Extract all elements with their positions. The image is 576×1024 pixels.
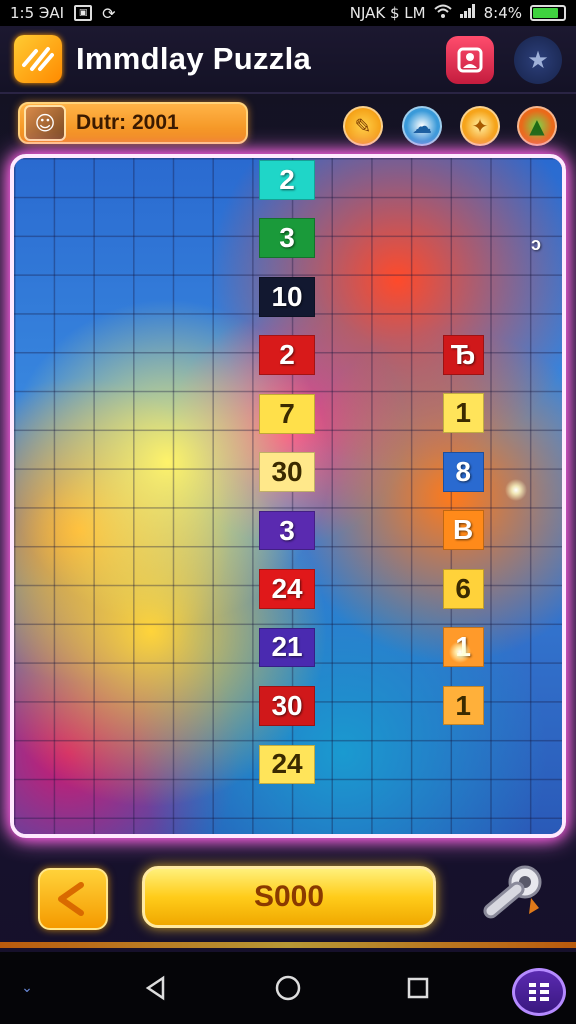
nav-collapse-button[interactable]: ⌄ bbox=[14, 970, 40, 1006]
right_column-tile[interactable]: 1 bbox=[442, 685, 484, 726]
bottom-glow bbox=[0, 942, 576, 948]
battery-percent: 8:4% bbox=[483, 4, 522, 22]
sparkle bbox=[504, 478, 528, 502]
back-button[interactable] bbox=[38, 868, 108, 930]
right_column-tile[interactable]: 1 bbox=[442, 393, 484, 434]
right_column-tile[interactable]: B bbox=[442, 510, 484, 551]
sync-icon: ⟳ bbox=[102, 3, 116, 23]
status-bar: 1:5 ЭAI ▣ ⟳ NJAK $ LM 8:4% bbox=[0, 0, 576, 26]
cone-powerup-icon: ▲ bbox=[529, 114, 545, 138]
score-display: ☺ Dutr: 2001 bbox=[18, 102, 248, 144]
corner-label: ɔ bbox=[530, 233, 541, 254]
profile-icon bbox=[457, 47, 483, 73]
carrier-text: NJAK $ LM bbox=[349, 4, 426, 22]
main-action-button[interactable]: S000 bbox=[142, 866, 436, 928]
sparkle bbox=[448, 640, 472, 664]
wrench-icon bbox=[483, 865, 542, 919]
center_column-tile[interactable]: 2 bbox=[258, 335, 316, 376]
cloud-powerup-button[interactable]: ☁ bbox=[402, 106, 442, 146]
nav-back-button[interactable] bbox=[138, 970, 174, 1006]
signal-icon bbox=[459, 4, 476, 22]
favorite-button[interactable]: ★ bbox=[514, 36, 562, 84]
game-screen: 1:5 ЭAI ▣ ⟳ NJAK $ LM 8:4% Immdlay Puzzl… bbox=[0, 0, 576, 1024]
star-powerup-icon: ✦ bbox=[471, 114, 489, 138]
avatar[interactable]: ☺ bbox=[24, 105, 66, 141]
notification-icon: ▣ bbox=[74, 5, 93, 21]
center_column-tile[interactable]: 3 bbox=[258, 510, 316, 551]
center_column-tile[interactable]: 2 bbox=[258, 159, 316, 200]
puzzle-board[interactable]: 23102730324213024Ђ18B611 ɔ bbox=[10, 154, 566, 838]
score-text: Dutr: 2001 bbox=[76, 111, 179, 134]
clock: 1:5 ЭAI bbox=[10, 4, 65, 22]
profile-button[interactable] bbox=[446, 36, 494, 84]
wifi-icon bbox=[433, 4, 452, 22]
center_column-tile[interactable]: 21 bbox=[258, 627, 316, 668]
nav-home-button[interactable] bbox=[270, 970, 306, 1006]
star-icon: ★ bbox=[527, 46, 549, 74]
center_column-tile[interactable]: 24 bbox=[258, 569, 316, 609]
app-header: Immdlay Puzzla ★ bbox=[0, 26, 576, 94]
info-bar: ☺ Dutr: 2001 ✎ ☁ ✦ ▲ bbox=[0, 96, 576, 154]
nav-recents-icon bbox=[407, 977, 429, 999]
battery-icon bbox=[530, 5, 566, 21]
center_column-tile[interactable]: 24 bbox=[258, 744, 316, 785]
system-nav-bar: ⌄ bbox=[0, 952, 576, 1024]
nav-back-icon bbox=[145, 975, 165, 1001]
puzzle-logo-icon[interactable] bbox=[14, 35, 62, 83]
cone-powerup-button[interactable]: ▲ bbox=[517, 106, 557, 146]
nav-recents-button[interactable] bbox=[400, 970, 436, 1006]
center_column-tile[interactable]: 10 bbox=[258, 276, 316, 317]
center_column-tile[interactable]: 3 bbox=[258, 218, 316, 259]
center_column-tile[interactable]: 7 bbox=[258, 393, 316, 434]
chevron-down-icon: ⌄ bbox=[21, 980, 33, 996]
center_column-tile[interactable]: 30 bbox=[258, 452, 316, 492]
app-title: Immdlay Puzzla bbox=[76, 41, 312, 76]
board-grid bbox=[14, 158, 562, 834]
menu-button[interactable] bbox=[512, 968, 566, 1016]
wrench-tool-button[interactable] bbox=[470, 860, 550, 936]
right_column-tile[interactable]: 6 bbox=[442, 568, 484, 609]
menu-grid-icon bbox=[529, 983, 549, 1001]
back-arrow-icon bbox=[58, 882, 84, 916]
right_column-tile[interactable]: Ђ bbox=[442, 334, 484, 375]
wrench-powerup-icon: ✎ bbox=[354, 114, 372, 138]
bottom-controls: S000 bbox=[0, 850, 576, 950]
center_column-tile[interactable]: 30 bbox=[258, 686, 316, 726]
nav-home-icon bbox=[275, 975, 301, 1001]
wrench-powerup-button[interactable]: ✎ bbox=[343, 106, 383, 146]
star-powerup-button[interactable]: ✦ bbox=[460, 106, 500, 146]
right_column-tile[interactable]: 8 bbox=[442, 451, 484, 492]
cloud-powerup-icon: ☁ bbox=[412, 114, 432, 138]
